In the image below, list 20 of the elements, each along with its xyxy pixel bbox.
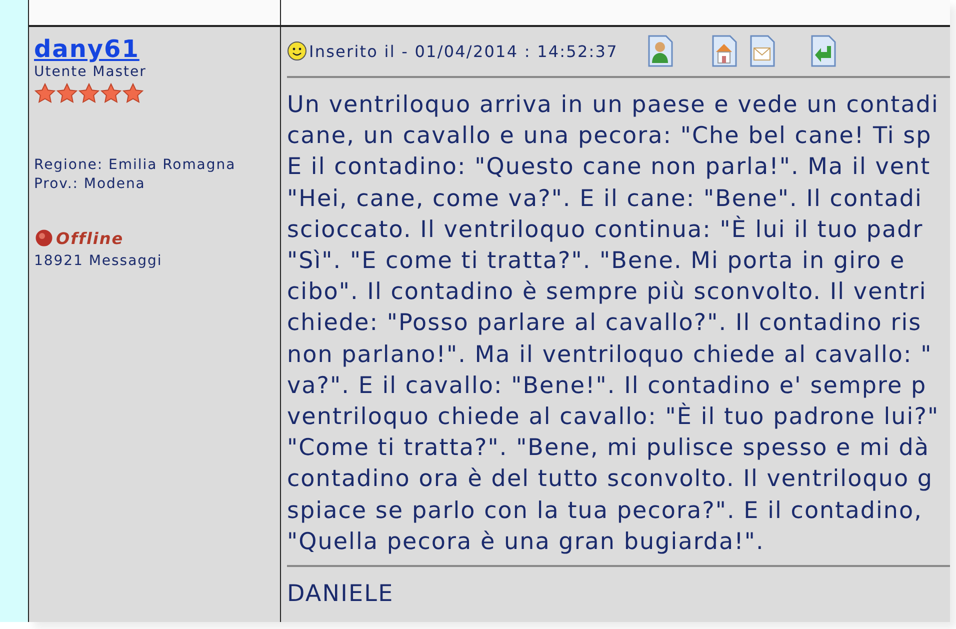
message-count: 18921 Messaggi: [34, 252, 164, 271]
user-province: Prov.: Modena: [34, 175, 146, 194]
username-link[interactable]: dany61: [34, 35, 275, 63]
arrow-icon[interactable]: [808, 34, 837, 68]
signature: DANIELE: [287, 580, 395, 610]
post-text: Un ventriloquo arriva in un paese e vede un contadi cane, un cavallo e una pecora: "Che bel cane! Ti sp E il contadino: "Questo cane non parla!". Ma il vent "Hei, cane, come va?". E il cane: "Bene". Il contadi scioccato. Il ventriloquo continua: "È lui il tuo padr "Sì". "E come ti tratta?". "Bene. Mi porta in giro e cibo". Il contadino è sempre più sconvolto. Il ventri chiede: "Posso parlare al cavallo?". Il contadino ris non parlano!". Ma il ventriloquo chiede al cavallo: " va?". E il cavallo: "Bene!". Il contadino e' sempre p ventriloquo chiede al cavallo: "È il tuo padrone lui?" "Come ti tratta?". "Bene, mi pulisce spesso e mi dà contadino ora è del tutto sconvolto. Il ventriloquo g spiace se parlo con la tua pecora?". E il contadino, "Quella pecora è una gran bugiarda!".: [287, 91, 940, 557]
star-icon: [78, 83, 100, 103]
star-icon: [100, 83, 122, 103]
status-label: Offline: [56, 228, 124, 248]
post-date: Inserito il - 01/04/2014 : 14:52:37: [309, 42, 618, 60]
home-icon[interactable]: [710, 34, 738, 68]
smiley-icon: [287, 41, 307, 61]
user-rank: Utente Master: [34, 63, 148, 82]
star-icon: [34, 83, 56, 103]
mail-icon[interactable]: [748, 34, 776, 68]
user-region: Regione: Emilia Romagna: [34, 156, 237, 175]
profile-icon[interactable]: [646, 34, 674, 68]
status-ball-icon: [34, 228, 54, 248]
star-icon: [56, 83, 78, 103]
star-icon: [122, 83, 144, 103]
